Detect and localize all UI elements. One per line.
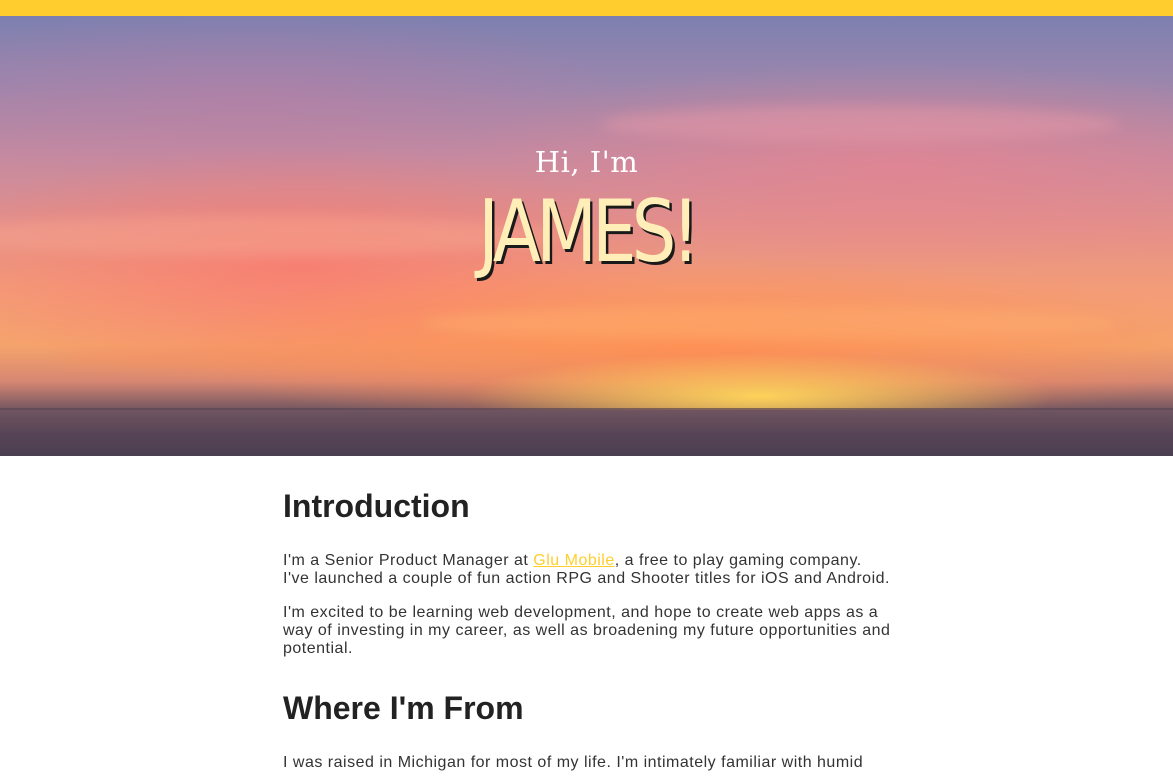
hero-banner: Hi, I'm JAMES! [0, 16, 1173, 456]
hero-greeting: Hi, I'm [534, 145, 639, 179]
glu-mobile-link[interactable]: Glu Mobile [533, 552, 614, 569]
section-heading: Introduction [283, 488, 470, 524]
intro-paragraph-2: I'm excited to be learning web developme… [283, 604, 891, 657]
cloud-streak [60, 346, 540, 372]
section-introduction: Introduction I'm a Senior Product Manage… [283, 488, 893, 658]
intro-paragraph: I'm a Senior Product Manager at Glu Mobi… [283, 552, 893, 588]
hero-text: Hi, I'm JAMES! [0, 142, 1173, 282]
main-content: Introduction I'm a Senior Product Manage… [283, 456, 893, 772]
section-where-from: Where I'm From I was raised in Michigan … [283, 690, 893, 772]
cloud-streak [420, 306, 1120, 340]
intro-text-before: I'm a Senior Product Manager at [283, 552, 534, 569]
hero-name: JAMES! [478, 182, 700, 282]
cloud-streak [600, 106, 1120, 142]
top-accent-bar [0, 0, 1173, 16]
sea [0, 410, 1173, 456]
section-heading: Where I'm From [283, 690, 524, 726]
where-from-paragraph: I was raised in Michigan for most of my … [283, 754, 864, 771]
